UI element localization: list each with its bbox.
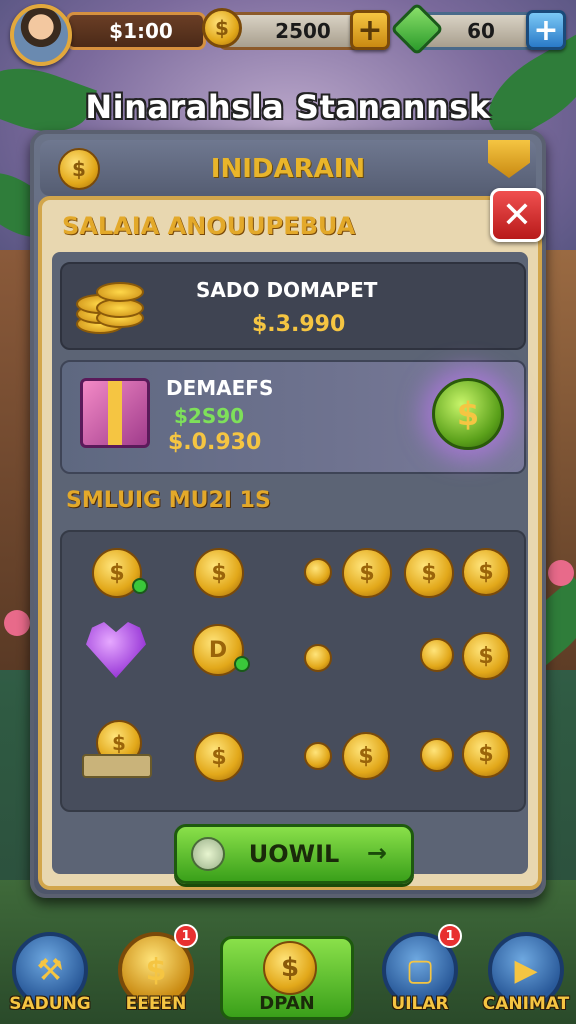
coin-stack-icon (76, 278, 146, 338)
top-hud: $1:00 2500 $ + 60 + (0, 0, 576, 66)
nav-item-uilar[interactable]: ▢ 1 UILAR (376, 924, 464, 1018)
notification-badge: 1 (174, 924, 198, 948)
money-value: $1:00 (109, 19, 173, 43)
coin-icon[interactable] (304, 742, 332, 770)
offer-card-coins[interactable]: SADO DOMAPET $.3.990 (60, 262, 526, 350)
coin-icon[interactable]: $ (342, 732, 390, 780)
coin-symbol: $ (109, 560, 125, 586)
offer-gold-price: $.0.930 (168, 430, 262, 455)
shop-panel: $ INIDARAIN SALAIA ANOUUPEBUA ✕ SADO DOM… (30, 130, 546, 898)
close-button[interactable]: ✕ (490, 188, 544, 242)
coin-icon[interactable] (304, 644, 332, 672)
nav-label: UILAR (391, 994, 449, 1014)
coin-symbol: $ (478, 741, 494, 767)
page-title: Ninarahsla Stanannsk (85, 88, 491, 126)
coin-icon[interactable] (420, 638, 454, 672)
coin-icon[interactable]: $ (194, 548, 244, 598)
add-coins-button[interactable]: + (350, 10, 390, 50)
coin-value: 2500 (275, 19, 331, 43)
coin-symbol: $ (456, 395, 480, 433)
collect-button[interactable]: UOWIL → (174, 824, 414, 884)
collect-button-label: UOWIL (248, 840, 340, 868)
notification-badge: 1 (438, 924, 462, 948)
coin-symbol: $ (421, 560, 437, 586)
coin-symbol: $ (359, 560, 375, 586)
panel-header: $ INIDARAIN (40, 140, 536, 196)
offer-dialog: SALAIA ANOUUPEBUA ✕ SADO DOMAPET $.3.990… (38, 188, 544, 890)
coin-icon[interactable] (304, 558, 332, 586)
dialog-title: SALAIA ANOUUPEBUA (62, 212, 356, 240)
nav-label: DPAN (259, 993, 315, 1014)
nav-item-dpan[interactable]: $ DPAN (220, 936, 354, 1020)
coin-symbol: $ (211, 560, 227, 586)
coin-symbol: $ (112, 731, 126, 755)
coin-symbol: $ (211, 744, 227, 770)
nav-item-eeeen[interactable]: $ 1 EEEEN (112, 924, 200, 1018)
coin-icon[interactable]: $ (462, 632, 510, 680)
arrow-right-icon: → (366, 839, 387, 867)
close-icon: ✕ (501, 194, 533, 236)
reward-grid: $ $ $ $ $ D $ $ $ $ $ (60, 530, 526, 812)
nav-label: CANIMAT (482, 994, 570, 1014)
section-label: SMLUIG MU2I 1S (66, 488, 271, 513)
clock-icon (191, 837, 225, 871)
glowing-coin-icon: $ (432, 378, 504, 450)
coin-icon[interactable]: $ (194, 732, 244, 782)
money-counter: $1:00 (66, 12, 206, 50)
coin-icon: $ (202, 8, 242, 48)
add-gems-button[interactable]: + (526, 10, 566, 50)
offer-price: $.3.990 (252, 312, 346, 337)
player-avatar[interactable] (10, 4, 72, 66)
coin-icon: $ (263, 941, 317, 995)
coin-letter: D (208, 637, 228, 663)
coin-symbol: $ (358, 743, 374, 769)
offer-green-price: $2S90 (174, 404, 245, 428)
nav-label: SADUNG (9, 994, 91, 1014)
offer-title: SADO DOMAPET (196, 278, 378, 302)
cash-bundle (82, 754, 152, 778)
plus-icon: + (357, 12, 383, 48)
flower (548, 560, 574, 586)
nav-item-canimat[interactable]: ▶ CANIMAT (482, 928, 570, 1018)
plus-icon: + (533, 12, 559, 48)
coin-icon[interactable] (420, 738, 454, 772)
offer-card-gift[interactable]: DEMAEFS $2S90 $.0.930 $ (60, 360, 526, 474)
coin-stack-layer (96, 282, 144, 302)
badge-dot (132, 578, 148, 594)
badge-dot (234, 656, 250, 672)
coin-icon[interactable]: $ (462, 548, 510, 596)
coin-symbol: $ (478, 559, 494, 585)
coin-icon[interactable]: $ (404, 548, 454, 598)
coin-symbol: $ (478, 643, 494, 669)
panel-title: INIDARAIN (210, 154, 366, 184)
gift-box-icon (80, 378, 150, 448)
nav-item-sadung[interactable]: ⚒ SADUNG (6, 928, 94, 1018)
offer-title: DEMAEFS (166, 376, 274, 400)
cash-pile-icon[interactable]: $ (82, 720, 156, 780)
nav-label: EEEEN (125, 994, 187, 1014)
coin-icon[interactable]: $ (462, 730, 510, 778)
gem-value: 60 (467, 19, 495, 43)
heart-gem-icon[interactable] (86, 622, 146, 678)
bottom-nav: ⚒ SADUNG $ 1 EEEEN $ DPAN ▢ 1 UILAR ▶ CA… (0, 920, 576, 1024)
flower (4, 610, 30, 636)
coin-symbol: $ (215, 16, 229, 40)
coin-symbol: $ (280, 953, 300, 983)
coin-icon[interactable]: $ (342, 548, 392, 598)
